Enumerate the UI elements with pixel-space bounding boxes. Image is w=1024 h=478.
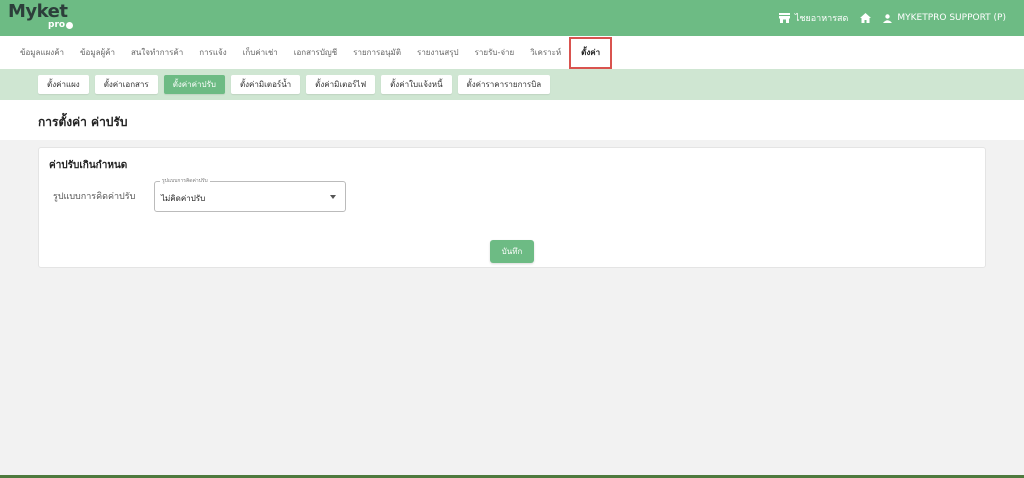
main-nav: ข้อมูลแผงค้า ข้อมูลผู้ค้า สนใจทำการค้า ก… [0,36,1024,69]
tab-fine-settings[interactable]: ตั้งค่าค่าปรับ [163,75,225,94]
nav-item-stalls[interactable]: ข้อมูลแผงค้า [12,36,72,69]
nav-item-vendors[interactable]: ข้อมูลผู้ค้า [72,36,123,69]
tab-stall-settings[interactable]: ตั้งค่าแผง [38,75,89,94]
logo-sub-text: pro [48,20,66,30]
nav-item-summary-report[interactable]: รายงานสรุป [409,36,467,69]
store-icon [778,13,790,23]
fine-method-value: ไม่คิดค่าปรับ [161,194,206,203]
nav-item-interested[interactable]: สนใจทำการค้า [123,36,191,69]
nav-item-analytics[interactable]: วิเคราะห์ [522,36,569,69]
user-icon [883,13,893,23]
nav-item-rent-collection[interactable]: เก็บค่าเช่า [235,36,286,69]
store-label: ไชยอาหารสด [794,14,849,24]
logo-text: Myket [8,1,68,22]
page-title-bar: การตั้งค่า ค่าปรับ [0,100,1024,140]
nav-item-income-expense[interactable]: รายรับ-จ่าย [467,36,523,69]
settings-sub-nav: ตั้งค่าแผง ตั้งค่าเอกสาร ตั้งค่าค่าปรับ … [0,69,1024,100]
tab-document-settings[interactable]: ตั้งค่าเอกสาร [94,75,158,94]
tab-bill-item-price-settings[interactable]: ตั้งค่าราคารายการบิล [457,75,551,94]
chevron-down-icon [330,195,336,199]
header-actions: ไชยอาหารสด MYKETPRO SUPPORT (P) [778,0,1006,36]
fine-method-legend: รูปแบบการคิดค่าปรับ [160,177,210,185]
tab-invoice-settings[interactable]: ตั้งค่าใบแจ้งหนี้ [381,75,452,94]
top-header: Myket pro ไชยอาหารสด MYKETPRO SUPPORT (P… [0,0,1024,36]
nav-item-approvals[interactable]: รายการอนุมัติ [345,36,409,69]
home-button[interactable] [860,13,872,23]
overdue-fine-card: ค่าปรับเกินกำหนด รูปแบบการคิดค่าปรับ รูป… [38,147,986,268]
tab-electric-meter-settings[interactable]: ตั้งค่ามิเตอร์ไฟ [306,75,376,94]
nav-item-notifications[interactable]: การแจ้ง [191,36,234,69]
home-icon [860,13,872,23]
save-button[interactable]: บันทึก [490,240,534,263]
tab-water-meter-settings[interactable]: ตั้งค่ามิเตอร์น้ำ [230,75,301,94]
logo[interactable]: Myket pro [8,2,78,34]
user-label: MYKETPRO SUPPORT (P) [897,13,1006,23]
logo-dot-icon [66,22,73,29]
user-menu[interactable]: MYKETPRO SUPPORT (P) [883,13,1006,23]
card-title: ค่าปรับเกินกำหนด [49,160,128,171]
fine-method-label: รูปแบบการคิดค่าปรับ [53,192,136,202]
page-title: การตั้งค่า ค่าปรับ [38,115,128,129]
nav-item-settings[interactable]: ตั้งค่า [569,36,613,69]
fine-method-select[interactable]: รูปแบบการคิดค่าปรับ ไม่คิดค่าปรับ [154,177,346,212]
nav-item-accounting-docs[interactable]: เอกสารบัญชี [286,36,345,69]
store-selector[interactable]: ไชยอาหารสด [778,11,849,25]
